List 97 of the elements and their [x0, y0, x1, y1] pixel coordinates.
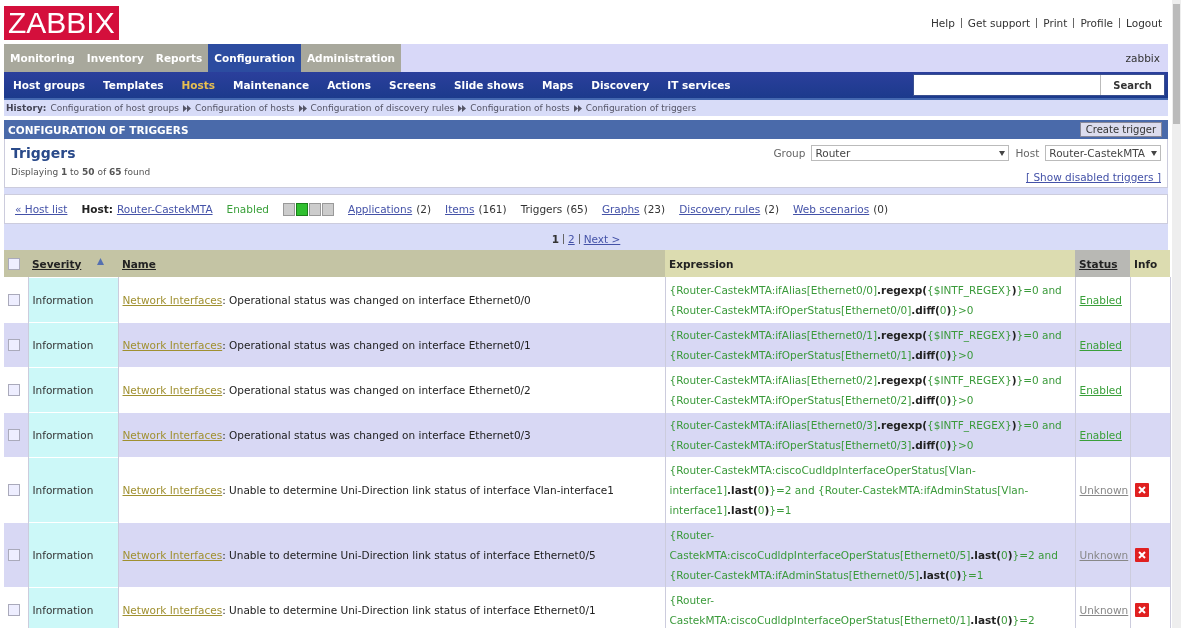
severity-text: Information: [32, 339, 94, 351]
scrollbar[interactable]: [1172, 0, 1181, 628]
menu-tab[interactable]: Configuration: [208, 44, 301, 72]
sort-icon: [97, 257, 105, 265]
submenu-item[interactable]: Maps: [533, 79, 583, 91]
host-tab-link[interactable]: Applications: [348, 203, 413, 215]
history-link[interactable]: Configuration of hosts: [194, 103, 295, 113]
host-tab-link[interactable]: Web scenarios: [793, 203, 870, 215]
severity-text: Information: [32, 604, 94, 616]
page-title: Triggers: [11, 145, 77, 161]
separator-icon: [182, 104, 191, 112]
caret-icon: [1151, 150, 1157, 156]
count-text: (65): [566, 203, 588, 215]
status-link[interactable]: Unknown: [1079, 484, 1129, 496]
trigger-expression: {Router-CastekMTA:ciscoCudldpInterfaceOperStatus[Ethernet0/1].last(0)}=2: [669, 593, 1036, 628]
status-link[interactable]: Unknown: [1079, 604, 1129, 616]
submenu-item[interactable]: Host groups: [4, 79, 95, 91]
row-checkbox[interactable]: [8, 484, 20, 496]
severity-text: Information: [32, 294, 94, 306]
group-label: Group: [773, 147, 806, 159]
row-checkbox[interactable]: [8, 549, 20, 561]
host-link[interactable]: Router-CastekMTA: [116, 203, 213, 215]
trigger-name: : Operational status was changed on interface Ethernet0/0: [222, 294, 531, 306]
column-header[interactable]: Name: [122, 257, 156, 270]
submenu-item[interactable]: Actions: [318, 79, 381, 91]
trigger-expression: {Router-CastekMTA:ifAlias[Ethernet0/3].regexp({$INTF_REGEX})}=0 and {Router-CastekMTA:ifOperStatus[Ethernet0/3].diff(0)}>0: [669, 418, 1063, 453]
submenu-item[interactable]: Templates: [94, 79, 173, 91]
host-status: Enabled: [226, 203, 269, 215]
trigger-expression: {Router-CastekMTA:ciscoCudldpInterfaceOperStatus[Ethernet0/5].last(0)}=2 and {Router-CastekMTA:ifAdminStatus[Ethernet0/5].last(0)}=1: [669, 528, 1059, 583]
section-title: CONFIGURATION OF TRIGGERS: [8, 123, 189, 136]
trigger-expression: {Router-CastekMTA:ifAlias[Ethernet0/2].regexp({$INTF_REGEX})}=0 and {Router-CastekMTA:ifOperStatus[Ethernet0/2].diff(0)}>0: [669, 373, 1063, 408]
logo[interactable]: ZABBIX: [4, 6, 119, 40]
count-text: (0): [873, 203, 889, 215]
page-link[interactable]: 1: [547, 234, 563, 244]
host-tab-link[interactable]: Items: [445, 203, 475, 215]
host-list-link[interactable]: « Host list: [15, 203, 68, 215]
search-field[interactable]: Search: [913, 74, 1165, 96]
result-count: Displaying 1 to 50 of 65 found: [11, 167, 151, 177]
severity-text: Information: [32, 484, 94, 496]
page-link[interactable]: 2: [563, 234, 579, 244]
trigger-name: : Unable to determine Uni-Direction link status of interface Ethernet0/5: [222, 549, 596, 561]
trigger-expression: {Router-CastekMTA:ifAlias[Ethernet0/0].regexp({$INTF_REGEX})}=0 and {Router-CastekMTA:ifOperStatus[Ethernet0/0].diff(0)}>0: [669, 283, 1063, 318]
row-checkbox[interactable]: [8, 604, 20, 616]
count-text: (23): [643, 203, 666, 215]
separator-icon: [573, 104, 582, 112]
submenu-item[interactable]: Discovery: [582, 79, 659, 91]
trigger-name: : Operational status was changed on interface Ethernet0/3: [222, 429, 531, 441]
trigger-name: : Unable to determine Uni-Direction link status of interface Ethernet0/1: [222, 604, 596, 616]
column-header: Expression: [669, 257, 734, 270]
history-link[interactable]: Configuration of discovery rules: [310, 103, 455, 113]
trigger-name: : Operational status was changed on interface Ethernet0/2: [222, 384, 531, 396]
group-dropdown[interactable]: Router: [811, 145, 1010, 161]
header-link[interactable]: Print: [1036, 18, 1074, 28]
severity-text: Information: [32, 384, 94, 396]
user-name: zabbix: [1125, 52, 1161, 64]
host-tab-link[interactable]: Discovery rules: [679, 203, 761, 215]
host-label: Host:: [81, 203, 113, 215]
count-text: (161): [478, 203, 507, 215]
header-link[interactable]: Profile: [1073, 18, 1120, 28]
error-icon[interactable]: [1134, 603, 1149, 617]
header-link[interactable]: Get support: [960, 18, 1037, 28]
submenu-item[interactable]: Screens: [380, 79, 446, 91]
history-link[interactable]: Configuration of host groups: [50, 103, 179, 113]
severity-text: Information: [32, 549, 94, 561]
row-checkbox[interactable]: [8, 339, 20, 351]
submenu-item[interactable]: Slide shows: [445, 79, 533, 91]
submenu-item[interactable]: Hosts: [172, 79, 225, 91]
create-trigger-button[interactable]: Create trigger: [1079, 122, 1162, 137]
page-link[interactable]: Next >: [578, 234, 625, 244]
header-link[interactable]: Logout: [1119, 18, 1168, 28]
host-dropdown[interactable]: Router-CastekMTA: [1045, 145, 1161, 161]
history-label: History:: [6, 103, 47, 113]
separator-icon: [458, 104, 467, 112]
history-link[interactable]: Configuration of triggers: [585, 103, 697, 113]
trigger-expression: {Router-CastekMTA:ciscoCudldpInterfaceOperStatus[Vlan-interface1].last(0)}=2 and {Router-CastekMTA:ifAdminStatus[Vlan-interface1].last(0)}=1: [669, 463, 1030, 518]
row-checkbox[interactable]: [8, 294, 20, 306]
count-text: (2): [764, 203, 780, 215]
count-text: (2): [416, 203, 432, 215]
trigger-name: : Operational status was changed on interface Ethernet0/1: [222, 339, 531, 351]
submenu-item[interactable]: IT services: [658, 79, 740, 91]
history-link[interactable]: Configuration of hosts: [470, 103, 570, 113]
trigger-expression: {Router-CastekMTA:ifAlias[Ethernet0/1].regexp({$INTF_REGEX})}=0 and {Router-CastekMTA:ifOperStatus[Ethernet0/1].diff(0)}>0: [669, 328, 1063, 363]
row-checkbox[interactable]: [8, 429, 20, 441]
host-tab-link[interactable]: Triggers: [520, 203, 563, 215]
error-icon[interactable]: [1134, 483, 1149, 497]
row-checkbox[interactable]: [8, 384, 20, 396]
submenu-item[interactable]: Maintenance: [224, 79, 319, 91]
error-icon[interactable]: [1134, 548, 1149, 562]
severity-text: Information: [32, 429, 94, 441]
header-link[interactable]: Help: [924, 18, 961, 28]
trigger-name: : Unable to determine Uni-Direction link status of interface Vlan-interface1: [222, 484, 614, 496]
select-all-checkbox[interactable]: [8, 257, 20, 270]
column-header: Info: [1134, 257, 1158, 270]
separator-icon: [298, 104, 307, 112]
caret-icon: [999, 150, 1006, 156]
host-tab-link[interactable]: Graphs: [601, 203, 640, 215]
host-label: Host: [1015, 147, 1040, 159]
